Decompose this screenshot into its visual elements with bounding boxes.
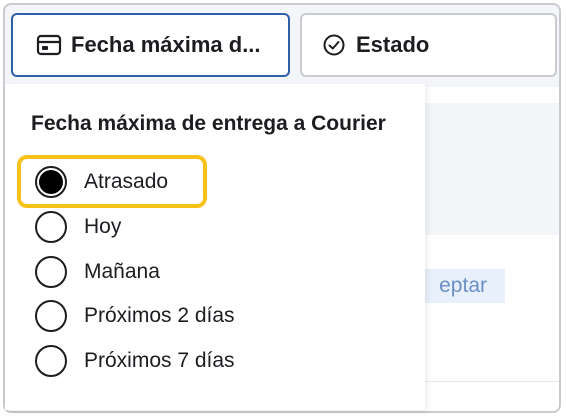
radio-button[interactable] xyxy=(35,256,67,288)
selection-highlight xyxy=(17,155,207,208)
status-filter-button[interactable]: Estado xyxy=(300,13,557,77)
radio-button[interactable] xyxy=(35,300,67,332)
status-filter-label: Estado xyxy=(356,32,430,57)
calendar-icon xyxy=(35,31,63,59)
option-label: Mañana xyxy=(84,260,160,283)
option-hoy[interactable]: Hoy xyxy=(35,209,121,245)
option-manana[interactable]: Mañana xyxy=(35,254,160,290)
check-circle-icon xyxy=(320,31,348,59)
option-label: Próximos 2 días xyxy=(84,304,235,327)
option-proximos-2-dias[interactable]: Próximos 2 días xyxy=(35,298,235,334)
option-label: Próximos 7 días xyxy=(84,349,235,372)
radio-button[interactable] xyxy=(35,211,67,243)
radio-button[interactable] xyxy=(35,345,67,377)
option-label: Hoy xyxy=(84,215,122,238)
divider xyxy=(425,381,559,382)
dropdown-title: Fecha máxima de entrega a Courier xyxy=(31,112,386,135)
date-filter-button[interactable]: Fecha máxima d... xyxy=(11,13,290,77)
background-band xyxy=(425,103,559,235)
accept-button-partial[interactable]: eptar xyxy=(415,269,505,303)
option-proximos-7-dias[interactable]: Próximos 7 días xyxy=(35,343,235,379)
date-filter-label: Fecha máxima d... xyxy=(71,32,261,57)
